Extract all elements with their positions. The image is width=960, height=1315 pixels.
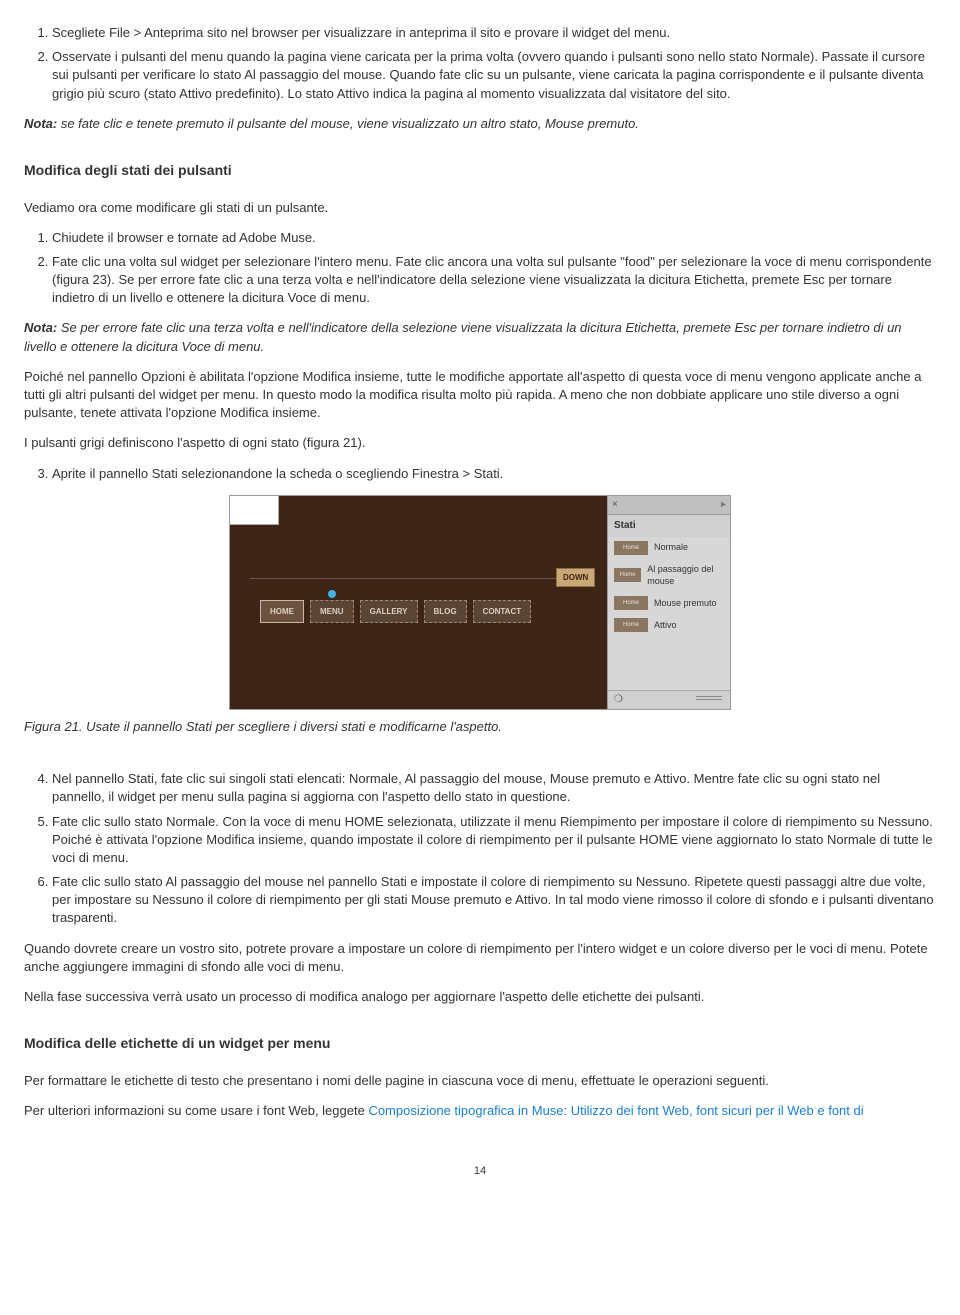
states-panel: × ▸ Stati Home Normale Home Al passaggio…: [607, 496, 730, 709]
list-item: Osservate i pulsanti del menu quando la …: [52, 48, 936, 103]
panel-footer: ❍: [608, 690, 730, 709]
paragraph: I pulsanti grigi definiscono l'aspetto d…: [24, 434, 936, 452]
ribbon-line: [250, 578, 590, 579]
list-item: Fate clic sullo stato Al passaggio del m…: [52, 873, 936, 928]
grip-icon: [696, 696, 722, 702]
typography-link[interactable]: Composizione tipografica in Muse: Utiliz…: [368, 1103, 863, 1118]
state-row-pressed[interactable]: Home Mouse premuto: [608, 592, 730, 614]
paragraph: Quando dovrete creare un vostro sito, po…: [24, 940, 936, 976]
state-label: Normale: [654, 541, 688, 554]
list-item: Chiudete il browser e tornate ad Adobe M…: [52, 229, 936, 247]
nav-row: HOME MENU GALLERY BLOG CONTACT: [260, 600, 531, 623]
ordered-list-2: Chiudete il browser e tornate ad Adobe M…: [24, 229, 936, 308]
list-item: Scegliete File > Anteprima sito nel brow…: [52, 24, 936, 42]
state-thumb: Home: [614, 568, 641, 582]
help-icon[interactable]: ❍: [614, 693, 623, 707]
nav-home[interactable]: HOME: [260, 600, 304, 623]
paragraph: Vediamo ora come modificare gli stati di…: [24, 199, 936, 217]
page-number: 14: [24, 1164, 936, 1179]
note-paragraph: Nota: Se per errore fate clic una terza …: [24, 319, 936, 355]
state-label: Attivo: [654, 619, 677, 632]
state-thumb: Home: [614, 618, 648, 632]
paragraph: Per ulteriori informazioni su come usare…: [24, 1102, 936, 1120]
note-label: Nota:: [24, 320, 57, 335]
panel-title: Stati: [608, 515, 730, 537]
list-item: Aprite il pannello Stati selezionandone …: [52, 465, 936, 483]
figure-caption: Figura 21. Usate il pannello Stati per s…: [24, 718, 936, 736]
note-text: se fate clic e tenete premuto il pulsant…: [57, 116, 639, 131]
figure-canvas: DOWN HOME MENU GALLERY BLOG CONTACT: [230, 496, 608, 709]
paragraph: Per formattare le etichette di testo che…: [24, 1072, 936, 1090]
state-row-normal[interactable]: Home Normale: [608, 537, 730, 559]
paragraph: Nella fase successiva verrà usato un pro…: [24, 988, 936, 1006]
nav-gallery[interactable]: GALLERY: [360, 600, 418, 623]
state-label: Mouse premuto: [654, 597, 717, 610]
paragraph: Poiché nel pannello Opzioni è abilitata …: [24, 368, 936, 423]
list-item: Fate clic sullo stato Normale. Con la vo…: [52, 813, 936, 868]
ordered-list-1: Scegliete File > Anteprima sito nel brow…: [24, 24, 936, 103]
state-row-hover[interactable]: Home Al passaggio del mouse: [608, 559, 730, 592]
note-label: Nota:: [24, 116, 57, 131]
text-span: Per ulteriori informazioni su come usare…: [24, 1103, 368, 1118]
ribbon-tag: DOWN: [556, 568, 595, 587]
list-item: Nel pannello Stati, fate clic sui singol…: [52, 770, 936, 806]
panel-head: × ▸: [608, 496, 730, 515]
close-icon[interactable]: ×: [612, 498, 618, 512]
state-row-active[interactable]: Home Attivo: [608, 614, 730, 636]
state-thumb: Home: [614, 541, 648, 555]
expand-icon[interactable]: ▸: [721, 498, 726, 512]
note-paragraph: Nota: se fate clic e tenete premuto il p…: [24, 115, 936, 133]
ordered-list-4: Nel pannello Stati, fate clic sui singol…: [24, 770, 936, 928]
figure-21: DOWN HOME MENU GALLERY BLOG CONTACT × ▸ …: [229, 495, 731, 710]
list-item: Fate clic una volta sul widget per selez…: [52, 253, 936, 308]
nav-blog[interactable]: BLOG: [424, 600, 467, 623]
figure-corner: [230, 496, 279, 525]
state-thumb: Home: [614, 596, 648, 610]
note-text: Se per errore fate clic una terza volta …: [24, 320, 902, 353]
heading-states: Modifica degli stati dei pulsanti: [24, 161, 936, 181]
nav-contact[interactable]: CONTACT: [473, 600, 532, 623]
state-label: Al passaggio del mouse: [647, 563, 724, 588]
selection-dot-icon: [328, 590, 336, 598]
nav-menu[interactable]: MENU: [310, 600, 354, 623]
heading-labels: Modifica delle etichette di un widget pe…: [24, 1034, 936, 1054]
ordered-list-3: Aprite il pannello Stati selezionandone …: [24, 465, 936, 483]
